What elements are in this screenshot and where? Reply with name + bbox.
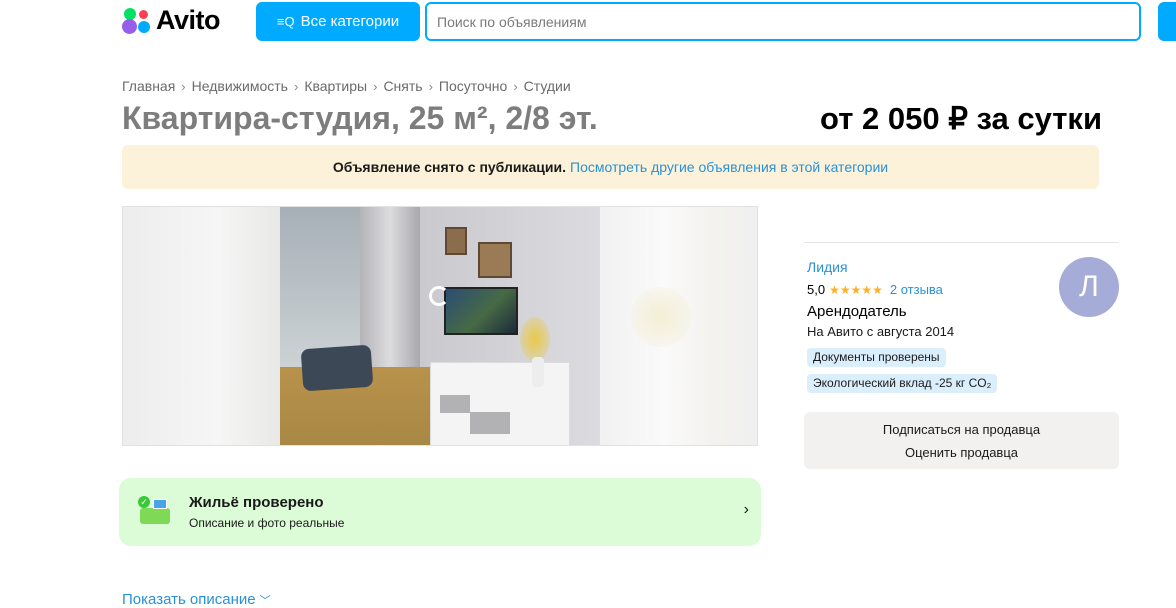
eco-contribution-badge[interactable]: Экологический вклад -25 кг CO₂ <box>807 374 998 393</box>
seller-since: На Авито с августа 2014 <box>807 324 955 339</box>
housing-verified-banner[interactable]: ✓ Жильё проверено Описание и фото реальн… <box>119 478 761 546</box>
all-categories-button[interactable]: ≡Q Все категории <box>256 2 420 41</box>
breadcrumb: Главная › Недвижимость › Квартиры › Снят… <box>122 78 571 94</box>
show-description-label: Показать описание <box>122 591 256 608</box>
photo-gallery[interactable] <box>122 206 758 446</box>
show-description-link[interactable]: Показать описание ﹀ <box>122 591 271 608</box>
rating-value: 5,0 <box>807 282 826 297</box>
logo-dots-icon <box>122 5 152 35</box>
categories-search-icon: ≡Q <box>276 14 295 29</box>
loading-spinner-icon <box>429 286 449 306</box>
chevron-down-icon: ﹀ <box>259 594 271 607</box>
notice-text: Объявление снято с публикации. <box>332 159 566 175</box>
verified-title: Жильё проверено <box>189 494 324 511</box>
gallery-blur-right <box>601 207 757 445</box>
breadcrumb-separator-icon: › <box>428 78 433 94</box>
reviews-link[interactable]: 2 отзыва <box>890 282 943 297</box>
breadcrumb-home[interactable]: Главная <box>122 78 175 94</box>
subscribe-seller-button[interactable]: Подписаться на продавца <box>883 422 1040 437</box>
other-listings-link[interactable]: Посмотреть другие объявления в этой кате… <box>570 159 888 175</box>
breadcrumb-separator-icon: › <box>373 78 378 94</box>
logo-text: Avito <box>156 4 221 35</box>
breadcrumb-daily[interactable]: Посуточно <box>439 78 507 94</box>
verified-sofa-icon: ✓ <box>138 496 170 528</box>
chevron-right-icon: › <box>743 501 749 518</box>
seller-role: Арендодатель <box>807 303 907 320</box>
page-title: Квартира-студия, 25 м², 2/8 эт. <box>122 100 598 136</box>
breadcrumb-apartments[interactable]: Квартиры <box>304 78 367 94</box>
breadcrumb-separator-icon: › <box>293 78 299 94</box>
search-input[interactable] <box>425 2 1141 41</box>
search-button[interactable] <box>1158 2 1176 41</box>
breadcrumb-separator-icon: › <box>181 78 186 94</box>
breadcrumb-studios[interactable]: Студии <box>524 78 571 94</box>
rating-stars-icon: ★★★★★ <box>829 282 883 297</box>
avito-logo[interactable]: Avito <box>122 4 221 36</box>
unpublished-notice: Объявление снято с публикации. Посмотрет… <box>122 145 1099 189</box>
seller-name-link[interactable]: Лидия <box>807 259 848 275</box>
avatar[interactable]: Л <box>1059 257 1119 317</box>
rate-seller-button[interactable]: Оценить продавца <box>905 445 1018 460</box>
verified-subtitle: Описание и фото реальные <box>189 516 345 530</box>
seller-rating: 5,0 ★★★★★ 2 отзыва <box>807 282 943 297</box>
breadcrumb-separator-icon: › <box>513 78 518 94</box>
gallery-blur-left <box>123 207 281 445</box>
all-categories-label: Все категории <box>300 13 400 30</box>
header: Avito ≡Q Все категории <box>0 0 1176 44</box>
seller-actions: Подписаться на продавца Оценить продавца <box>804 412 1119 469</box>
documents-verified-badge: Документы проверены <box>807 348 946 367</box>
breadcrumb-real-estate[interactable]: Недвижимость <box>192 78 288 94</box>
breadcrumb-rent[interactable]: Снять <box>383 78 422 94</box>
divider <box>804 242 1119 243</box>
listing-photo[interactable] <box>280 207 600 445</box>
listing-price: от 2 050 ₽ за сутки <box>820 101 1102 136</box>
